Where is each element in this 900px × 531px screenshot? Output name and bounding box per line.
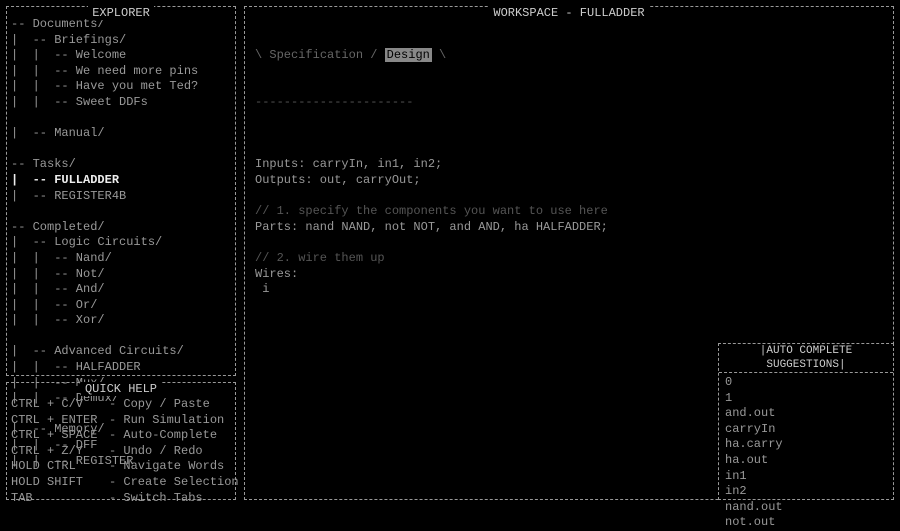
help-desc: - Switch Tabs <box>109 491 203 505</box>
editor-line[interactable]: Inputs: carryIn, in1, in2; <box>255 157 889 173</box>
tree-item[interactable]: | -- Logic Circuits/ <box>11 235 231 251</box>
quickhelp-title: QUICK HELP <box>7 382 235 398</box>
tree-item[interactable]: | | -- And/ <box>11 282 231 298</box>
autocomplete-item[interactable]: ha.carry <box>719 437 893 453</box>
help-row: HOLD SHIFT- Create Selection <box>11 475 231 491</box>
tree-spacer <box>11 204 231 220</box>
workspace-tabs[interactable]: \ Specification / Design \ <box>255 48 889 64</box>
quickhelp-body: CTRL + C/V- Copy / PasteCTRL + ENTER- Ru… <box>7 383 235 508</box>
tree-spacer <box>11 329 231 345</box>
help-key: HOLD SHIFT <box>11 475 109 491</box>
help-row: CTRL + Z/Y- Undo / Redo <box>11 444 231 460</box>
autocomplete-item[interactable]: not.out <box>719 515 893 531</box>
tree-item[interactable]: | | -- Sweet DDFs <box>11 95 231 111</box>
tree-item[interactable]: | | -- Not/ <box>11 267 231 283</box>
editor-line[interactable]: i <box>255 282 889 298</box>
editor-line[interactable]: // 2. wire them up <box>255 251 889 267</box>
quickhelp-panel: QUICK HELP CTRL + C/V- Copy / PasteCTRL … <box>6 382 236 500</box>
autocomplete-item[interactable]: nand.out <box>719 500 893 516</box>
workspace-body[interactable]: \ Specification / Design \ -------------… <box>245 7 893 331</box>
help-key: TAB <box>11 491 109 507</box>
editor-line[interactable] <box>255 189 889 205</box>
autocomplete-list[interactable]: 01and.outcarryInha.carryha.outin1in2nand… <box>719 373 893 531</box>
autocomplete-item[interactable]: 1 <box>719 391 893 407</box>
autocomplete-item[interactable]: in2 <box>719 484 893 500</box>
autocomplete-item[interactable]: carryIn <box>719 422 893 438</box>
tree-spacer <box>11 142 231 158</box>
editor-line[interactable] <box>255 142 889 158</box>
tree-item[interactable]: | -- Advanced Circuits/ <box>11 344 231 360</box>
explorer-panel: EXPLORER -- Documents/| -- Briefings/| |… <box>6 6 236 376</box>
tree-item[interactable]: | | -- Xor/ <box>11 313 231 329</box>
tab-design[interactable]: Design <box>385 48 432 62</box>
help-desc: - Navigate Words <box>109 459 224 473</box>
help-row: CTRL + SPACE- Auto-Complete <box>11 428 231 444</box>
editor-line[interactable]: Wires: <box>255 267 889 283</box>
tree-item[interactable]: -- Completed/ <box>11 220 231 236</box>
autocomplete-title: |AUTO COMPLETE SUGGESTIONS| <box>719 344 893 373</box>
help-key: CTRL + C/V <box>11 397 109 413</box>
editor-area[interactable]: Inputs: carryIn, in1, in2;Outputs: out, … <box>255 142 889 298</box>
autocomplete-panel: |AUTO COMPLETE SUGGESTIONS| 01and.outcar… <box>718 343 894 500</box>
explorer-title: EXPLORER <box>7 6 235 22</box>
tree-spacer <box>11 111 231 127</box>
tab-ruler: ---------------------- <box>255 95 889 111</box>
editor-line[interactable]: // 1. specify the components you want to… <box>255 204 889 220</box>
tree-item[interactable]: | -- Manual/ <box>11 126 231 142</box>
help-row: CTRL + ENTER- Run Simulation <box>11 413 231 429</box>
tree-item[interactable]: | | -- Have you met Ted? <box>11 79 231 95</box>
tree-item[interactable]: | -- Briefings/ <box>11 33 231 49</box>
help-key: CTRL + Z/Y <box>11 444 109 460</box>
tree-item[interactable]: | -- REGISTER4B <box>11 189 231 205</box>
tree-item[interactable]: | | -- Nand/ <box>11 251 231 267</box>
editor-line[interactable]: Parts: nand NAND, not NOT, and AND, ha H… <box>255 220 889 236</box>
tree-item[interactable]: | | -- Or/ <box>11 298 231 314</box>
tree-item[interactable]: | | -- HALFADDER <box>11 360 231 376</box>
autocomplete-item[interactable]: and.out <box>719 406 893 422</box>
help-desc: - Run Simulation <box>109 413 224 427</box>
help-desc: - Copy / Paste <box>109 397 210 411</box>
help-desc: - Undo / Redo <box>109 444 203 458</box>
tree-item[interactable]: -- Tasks/ <box>11 157 231 173</box>
workspace-title: WORKSPACE - FULLADDER <box>245 6 893 22</box>
help-key: CTRL + SPACE <box>11 428 109 444</box>
help-desc: - Auto-Complete <box>109 428 217 442</box>
tab-specification[interactable]: Specification <box>269 48 363 62</box>
editor-line[interactable] <box>255 235 889 251</box>
help-desc: - Create Selection <box>109 475 239 489</box>
editor-line[interactable]: Outputs: out, carryOut; <box>255 173 889 189</box>
help-key: HOLD CTRL <box>11 459 109 475</box>
help-row: HOLD CTRL- Navigate Words <box>11 459 231 475</box>
tree-item[interactable]: | -- FULLADDER <box>11 173 231 189</box>
help-row: CTRL + C/V- Copy / Paste <box>11 397 231 413</box>
help-key: CTRL + ENTER <box>11 413 109 429</box>
help-row: TAB- Switch Tabs <box>11 491 231 507</box>
autocomplete-item[interactable]: ha.out <box>719 453 893 469</box>
tree-item[interactable]: | | -- We need more pins <box>11 64 231 80</box>
autocomplete-item[interactable]: in1 <box>719 469 893 485</box>
autocomplete-item[interactable]: 0 <box>719 375 893 391</box>
tree-item[interactable]: | | -- Welcome <box>11 48 231 64</box>
